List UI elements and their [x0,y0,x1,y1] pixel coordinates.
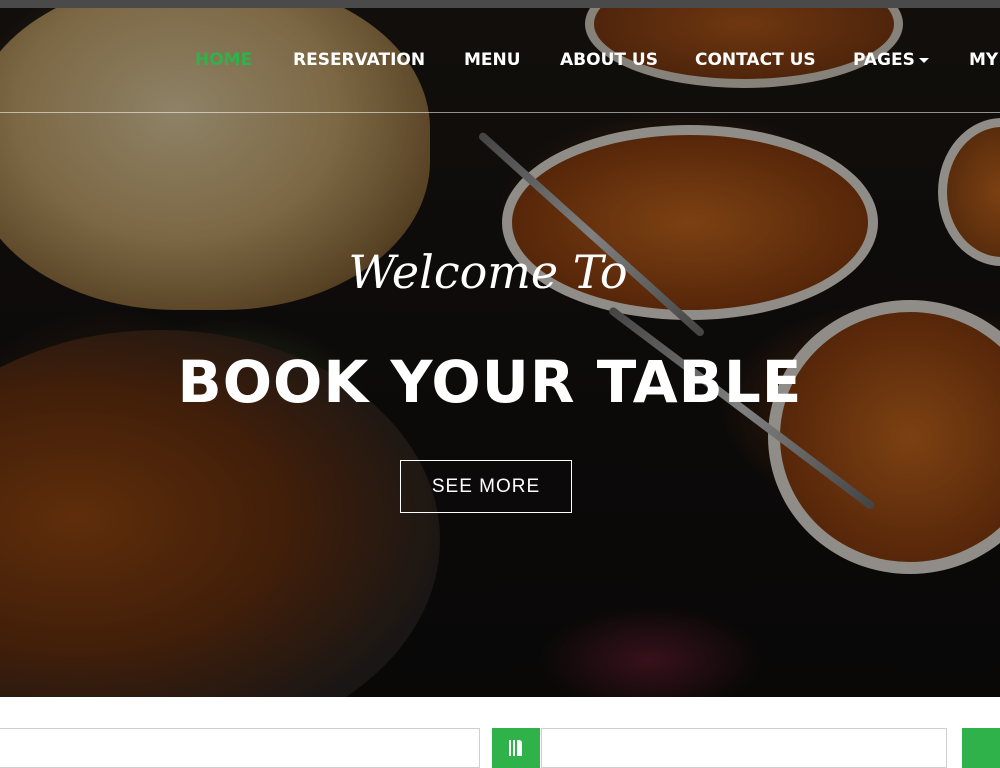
nav-menu-link[interactable]: MENU [464,48,521,72]
welcome-heading: Welcome To [348,245,628,299]
nav-pages-dropdown[interactable]: PAGES [853,48,929,72]
main-navigation: HOME RESERVATION MENU ABOUT US CONTACT U… [0,0,1000,113]
browser-top-strip [0,0,1000,8]
nav-home-link[interactable]: HOME [195,48,252,72]
caret-down-icon [918,57,929,63]
nav-reservation-link[interactable]: RESERVATION [293,48,425,72]
search-submit-button[interactable] [962,728,1000,768]
nav-my-link[interactable]: MY [969,48,998,72]
food-search-button[interactable] [492,728,540,768]
see-more-button[interactable]: SEE MORE [400,460,572,513]
nav-contact-us-link[interactable]: CONTACT US [695,48,816,72]
secondary-search-input[interactable] [541,728,947,768]
food-icon [509,740,523,756]
nav-pages-label: PAGES [853,50,915,70]
hero-headline: BOOK YOUR TABLE [177,348,803,416]
search-input[interactable] [0,728,480,768]
nav-about-us-link[interactable]: ABOUT US [560,48,658,72]
search-bar [0,697,1000,768]
